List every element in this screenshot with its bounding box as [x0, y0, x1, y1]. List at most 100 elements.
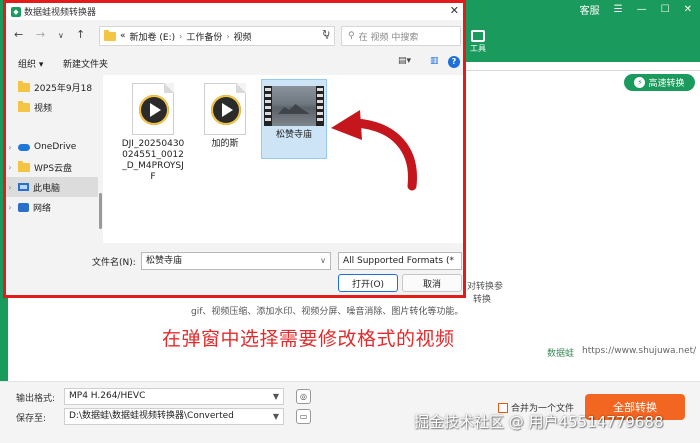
- chevron-right-icon[interactable]: ›: [6, 203, 14, 212]
- dialog-titlebar: ◆ 数据蛙视频转换器 ✕: [6, 3, 463, 20]
- file-name-value: 松赞寺庙: [146, 256, 183, 266]
- instruction-annotation: 在弹窗中选择需要修改格式的视频: [162, 328, 455, 350]
- play-icon: [211, 95, 241, 125]
- network-icon: [18, 202, 29, 212]
- navigation-pane: 2025年9月18 视频 › OneDrive › WPS云盘 › 此电脑 › …: [6, 75, 102, 243]
- open-folder-icon[interactable]: ▭: [296, 409, 311, 424]
- chevron-right-icon: ›: [179, 31, 183, 41]
- file-item-selected[interactable]: 松赞寺庙: [261, 79, 327, 159]
- fast-convert-button[interactable]: ⚡ 高速转换: [624, 74, 695, 91]
- video-file-icon: [204, 83, 246, 135]
- cancel-button[interactable]: 取消: [402, 274, 462, 292]
- organize-menu[interactable]: 组织 ▾: [18, 57, 43, 70]
- nav-item-wps-cloud[interactable]: › WPS云盘: [6, 157, 98, 177]
- file-name: DJI_20250430024551_0012_D_M4PROYSJF: [121, 139, 185, 182]
- window-controls: 客服 ☰ — ☐ ✕: [580, 2, 692, 17]
- fast-convert-label: 高速转换: [648, 79, 685, 89]
- nav-item-folder-0918[interactable]: 2025年9月18: [6, 77, 98, 97]
- app-logo-icon: ◆: [11, 6, 21, 17]
- recent-chevron-icon[interactable]: ∨: [58, 31, 64, 40]
- toolbox-label: 工具: [470, 44, 486, 53]
- output-format-label: 输出格式:: [16, 394, 56, 404]
- up-arrow-icon[interactable]: ↑: [76, 28, 85, 41]
- maximize-icon[interactable]: ☐: [661, 4, 670, 15]
- command-bar: 组织 ▾ 新建文件夹 ▤▾ ▥ ?: [6, 53, 463, 73]
- dialog-title: 数据蛙视频转换器: [24, 8, 97, 18]
- description-line: gif、视频压缩、添加水印、视频分屏、噪音消除、图片转化等功能。: [191, 307, 464, 317]
- forward-arrow-icon[interactable]: →: [36, 28, 45, 41]
- save-to-label: 保存至:: [16, 414, 47, 424]
- file-name-input[interactable]: 松赞寺庙 ∨: [141, 252, 331, 270]
- toolbox-icon: [471, 30, 485, 42]
- chevron-right-icon[interactable]: ›: [6, 163, 14, 172]
- brand-name: 数据蛙: [547, 349, 575, 359]
- folder-icon: [18, 80, 30, 92]
- address-bar[interactable]: « 新加卷 (E:) › 工作备份 › 视频 ∨: [99, 26, 335, 46]
- dialog-close-icon[interactable]: ✕: [450, 4, 459, 17]
- file-name-row: 文件名(N): 松赞寺庙 ∨ All Supported Formats (*: [6, 251, 463, 271]
- file-type-select[interactable]: All Supported Formats (*: [338, 252, 462, 270]
- file-name: 松赞寺庙: [275, 130, 312, 140]
- breadcrumb-segment[interactable]: 视频: [234, 30, 252, 43]
- nav-item-onedrive[interactable]: › OneDrive: [6, 137, 98, 157]
- description-line: 转换: [473, 295, 492, 305]
- help-icon[interactable]: ?: [448, 56, 460, 68]
- address-overflow[interactable]: «: [120, 31, 126, 41]
- output-format-value: MP4 H.264/HEVC: [69, 391, 146, 401]
- nav-item-this-pc[interactable]: › 此电脑: [6, 177, 98, 197]
- menu-icon[interactable]: ☰: [614, 4, 623, 15]
- thumbnail-image: [272, 86, 316, 126]
- file-item[interactable]: 加的斯: [193, 79, 257, 150]
- close-icon[interactable]: ✕: [684, 4, 692, 15]
- search-icon: ⚲: [348, 31, 355, 41]
- file-open-dialog: ◆ 数据蛙视频转换器 ✕ ← → ∨ ↑ « 新加卷 (E:) › 工作备份 ›…: [3, 0, 466, 298]
- folder-icon: [18, 160, 30, 172]
- nav-item-label: 2025年9月18: [34, 83, 93, 94]
- save-path-select[interactable]: D:\数据蛙\数据蛙视频转换器\Converted ▼: [64, 408, 284, 425]
- nav-item-label: 此电脑: [33, 183, 61, 194]
- chevron-right-icon[interactable]: ›: [6, 143, 14, 152]
- output-format-select[interactable]: MP4 H.264/HEVC ▼: [64, 388, 284, 405]
- play-icon: [139, 95, 169, 125]
- open-button[interactable]: 打开(O): [338, 274, 398, 292]
- back-arrow-icon[interactable]: ←: [14, 28, 23, 41]
- format-settings-icon[interactable]: ◎: [296, 389, 311, 404]
- folder-icon: [104, 29, 116, 41]
- search-placeholder: 在 视频 中搜索: [358, 32, 419, 43]
- nav-item-network[interactable]: › 网络: [6, 197, 98, 217]
- nav-scrollbar[interactable]: [99, 193, 102, 229]
- preview-pane-icon[interactable]: ▥: [430, 56, 439, 66]
- minimize-icon[interactable]: —: [637, 4, 647, 15]
- nav-item-label: OneDrive: [34, 142, 77, 152]
- refresh-icon[interactable]: ↻: [322, 29, 330, 40]
- chevron-right-icon: ›: [226, 31, 230, 41]
- chevron-down-icon: ▼: [272, 392, 279, 401]
- file-list: DJI_20250430024551_0012_D_M4PROYSJF 加的斯 …: [103, 75, 463, 243]
- view-options-icon[interactable]: ▤▾: [398, 56, 411, 66]
- new-folder-button[interactable]: 新建文件夹: [63, 57, 108, 70]
- breadcrumb-segment[interactable]: 工作备份: [186, 30, 222, 43]
- file-item[interactable]: DJI_20250430024551_0012_D_M4PROYSJF: [121, 79, 185, 183]
- file-type-value: All Supported Formats (*: [343, 256, 454, 266]
- search-input[interactable]: ⚲ 在 视频 中搜索: [341, 26, 461, 46]
- save-path-value: D:\数据蛙\数据蛙视频转换器\Converted: [69, 411, 234, 421]
- nav-item-label: WPS云盘: [34, 163, 73, 174]
- file-name: 加的斯: [211, 139, 239, 149]
- file-name-label: 文件名(N):: [92, 258, 136, 268]
- video-file-icon: [132, 83, 174, 135]
- service-link[interactable]: 客服: [580, 2, 600, 17]
- divider: [466, 70, 700, 71]
- chevron-right-icon[interactable]: ›: [6, 183, 14, 192]
- website-url[interactable]: https://www.shujuwa.net/: [582, 346, 696, 356]
- toolbox-button[interactable]: 工具: [470, 30, 486, 54]
- nav-item-videos[interactable]: 视频: [6, 97, 98, 117]
- computer-icon: [18, 183, 29, 191]
- breadcrumb-segment[interactable]: 新加卷 (E:): [130, 30, 176, 43]
- folder-icon: [18, 100, 30, 112]
- watermark-text: 掘金技术社区 @ 用户45514779688: [414, 413, 664, 431]
- chevron-down-icon[interactable]: ∨: [320, 253, 326, 269]
- onedrive-icon: [18, 143, 30, 151]
- description-line: 对转换参: [467, 282, 504, 292]
- video-thumbnail: [264, 86, 324, 126]
- bolt-icon: ⚡: [634, 77, 646, 88]
